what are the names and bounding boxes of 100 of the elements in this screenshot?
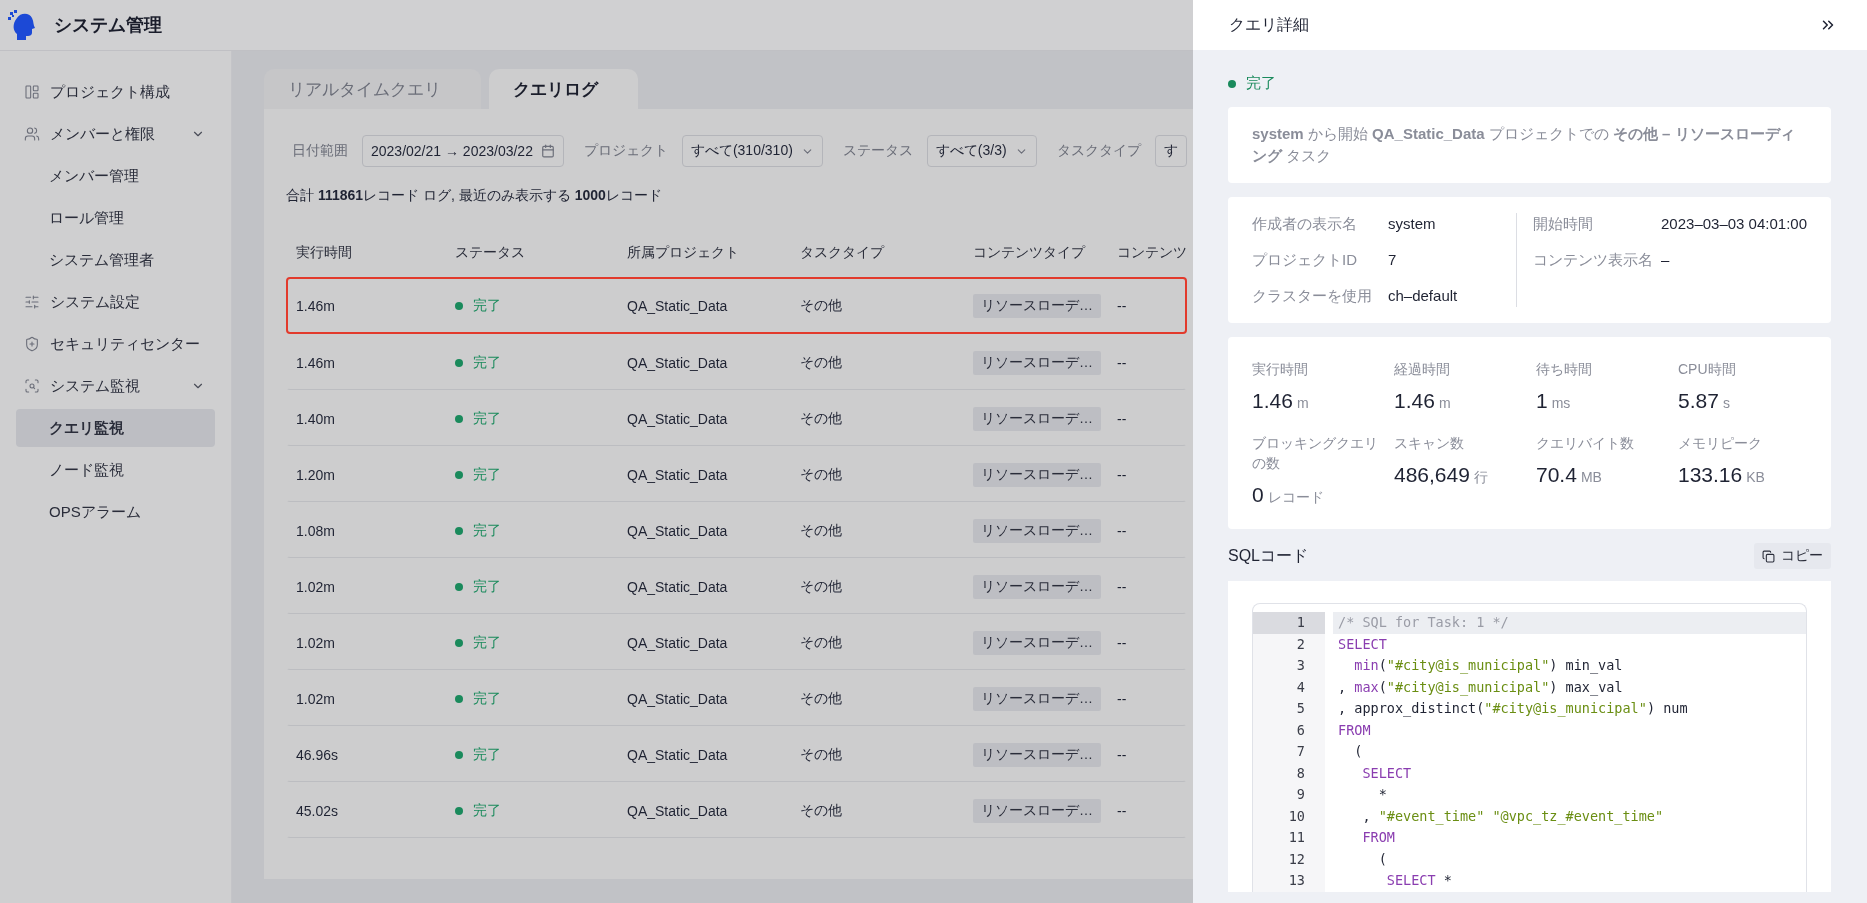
code-line: , "#event_time" "@vpc_tz_#event_time" [1361, 806, 1665, 827]
table-row[interactable]: 1.02m 完了 QA_Static_Data その他 リソースローデ… -- [286, 614, 1187, 670]
status-dot [1228, 79, 1236, 88]
filter-label: ステータス [842, 142, 913, 160]
nav-item[interactable]: クエリ監視 [16, 409, 215, 447]
nav-item[interactable]: プロジェクト構成 [16, 73, 215, 111]
content-type-tag: リソースローデ… [973, 293, 1101, 318]
table-cell-text: 1.02m [296, 634, 336, 651]
status-text: 完了 [473, 465, 501, 484]
table-cell-text: QA_Static_Data [627, 746, 729, 763]
info-value: 2023–03–03 04:01:00 [1661, 214, 1807, 234]
table-cell-text: -- [1117, 690, 1128, 707]
table-row[interactable]: 1.20m 完了 QA_Static_Data その他 リソースローデ… -- [286, 446, 1187, 502]
tab[interactable]: クエリログ [489, 69, 638, 109]
metric-unit: m [1438, 395, 1451, 411]
panel-title: クエリ詳細 [1229, 14, 1309, 35]
nav-item[interactable]: システム監視 [16, 367, 215, 405]
line-number: 7 [1253, 741, 1325, 763]
nav-item[interactable]: システム設定 [16, 283, 215, 321]
table-cell-text: その他 [800, 465, 843, 484]
info-value: ch–default [1388, 286, 1459, 306]
status-dot [455, 806, 463, 815]
status-text: 完了 [473, 801, 501, 820]
metric-unit: レコード [1267, 489, 1324, 505]
metric-unit: KB [1746, 469, 1765, 485]
status-dot [455, 750, 463, 759]
status-dot [455, 638, 463, 647]
table-row[interactable]: 1.08m 完了 QA_Static_Data その他 リソースローデ… -- [286, 502, 1187, 558]
table-cell-text: QA_Static_Data [627, 354, 729, 371]
metric-value: 0 [1252, 483, 1264, 506]
status-text: 完了 [1246, 74, 1276, 93]
table-row[interactable]: 1.02m 完了 QA_Static_Data その他 リソースローデ… -- [286, 558, 1187, 614]
line-number: 9 [1253, 784, 1325, 806]
table-cell-text: 45.02s [296, 802, 340, 819]
nav-item[interactable]: ロール管理 [16, 199, 215, 237]
status-dot [455, 526, 463, 535]
status-dot [455, 470, 463, 479]
select-field[interactable]: すべて(3/3) [926, 135, 1037, 167]
table-row[interactable]: 1.40m 完了 QA_Static_Data その他 リソースローデ… -- [286, 390, 1187, 446]
status-dot [455, 301, 463, 310]
table-cell-text: -- [1117, 354, 1128, 371]
date-range-field[interactable]: 2023/02/21 → 2023/03/22 [362, 135, 564, 167]
table-cell-text: 1.02m [296, 690, 336, 707]
line-number: 2 [1253, 633, 1325, 655]
column-header: コンテンツ [1117, 244, 1187, 262]
content-type-tag: リソースローデ… [973, 630, 1101, 655]
code-line: , approx_distinct("#city@is_municipal") num [1337, 699, 1689, 719]
table-row[interactable]: 45.02s 完了 QA_Static_Data その他 リソースローデ… -- [286, 782, 1187, 838]
code-line: ( [1353, 742, 1364, 761]
content-type-tag: リソースローデ… [973, 574, 1101, 599]
table-cell-text: -- [1117, 746, 1128, 763]
copy-button[interactable]: コピー [1754, 543, 1831, 569]
table-cell-text: その他 [800, 689, 843, 708]
code-line: SELECT [1361, 763, 1413, 783]
table-cell-text: その他 [800, 633, 843, 652]
metric-label: CPU時間 [1678, 360, 1737, 379]
column-header: タスクタイプ [800, 244, 886, 262]
status-text: 完了 [473, 409, 501, 428]
line-number: 1 [1253, 612, 1325, 634]
calendar-icon [540, 144, 555, 158]
table-cell-text: -- [1117, 634, 1128, 651]
filter-label: タスクタイプ [1056, 142, 1141, 160]
nav-item[interactable]: メンバーと権限 [16, 115, 215, 153]
metric-value: 133.16 [1678, 463, 1743, 486]
info-label: 開始時間 [1533, 214, 1594, 234]
metric-label: 待ち時間 [1536, 360, 1593, 379]
table-row[interactable]: 46.96s 完了 QA_Static_Data その他 リソースローデ… -- [286, 726, 1187, 782]
table-cell-text: その他 [800, 353, 843, 372]
content-type-tag: リソースローデ… [973, 350, 1101, 375]
search-list-icon [24, 378, 40, 394]
section-title: SQLコード [1228, 545, 1308, 566]
panel-icon [24, 84, 40, 100]
info-label: プロジェクトID [1252, 250, 1358, 270]
line-number: 6 [1253, 719, 1325, 741]
metric-label: ブロッキングクエリの数 [1252, 434, 1379, 473]
column-header: コンテンツタイプ [973, 244, 1087, 262]
metric-unit: s [1722, 395, 1730, 411]
table-row[interactable]: 1.46m 完了 QA_Static_Data その他 リソースローデ… -- [286, 334, 1187, 390]
info-value: – [1661, 250, 1671, 270]
select-field[interactable]: すべて(310/310) [681, 135, 823, 167]
nav-item[interactable]: ノード監視 [16, 451, 215, 489]
line-number: 13 [1253, 870, 1325, 892]
code-line: , max("#city@is_municipal") max_val [1337, 677, 1624, 698]
table-row[interactable]: 1.02m 完了 QA_Static_Data その他 リソースローデ… -- [286, 670, 1187, 726]
nav-item[interactable]: OPSアラーム [16, 493, 215, 531]
query-description: system から開始 QA_Static_Data プロジェクトでの その他 – リソースローディング タスク [1252, 124, 1796, 166]
code-line: FROM [1361, 828, 1396, 847]
users-icon [24, 126, 40, 142]
table-cell-text: その他 [800, 521, 843, 540]
table-cell-text: その他 [800, 409, 843, 428]
nav-item[interactable]: システム管理者 [16, 241, 215, 279]
table-cell-text: 1.40m [296, 410, 336, 427]
code-line: * [1377, 785, 1388, 804]
highlighted-row[interactable]: 1.46m 完了 QA_Static_Data その他 リソースローデ… -- [286, 277, 1187, 334]
table-cell-text: QA_Static_Data [627, 466, 729, 483]
nav-item[interactable]: セキュリティセンター [16, 325, 215, 363]
status-text: 完了 [473, 296, 501, 315]
select-field[interactable]: す [1154, 135, 1187, 167]
table-cell-text: 1.46m [296, 354, 336, 371]
nav-item[interactable]: メンバー管理 [16, 157, 215, 195]
